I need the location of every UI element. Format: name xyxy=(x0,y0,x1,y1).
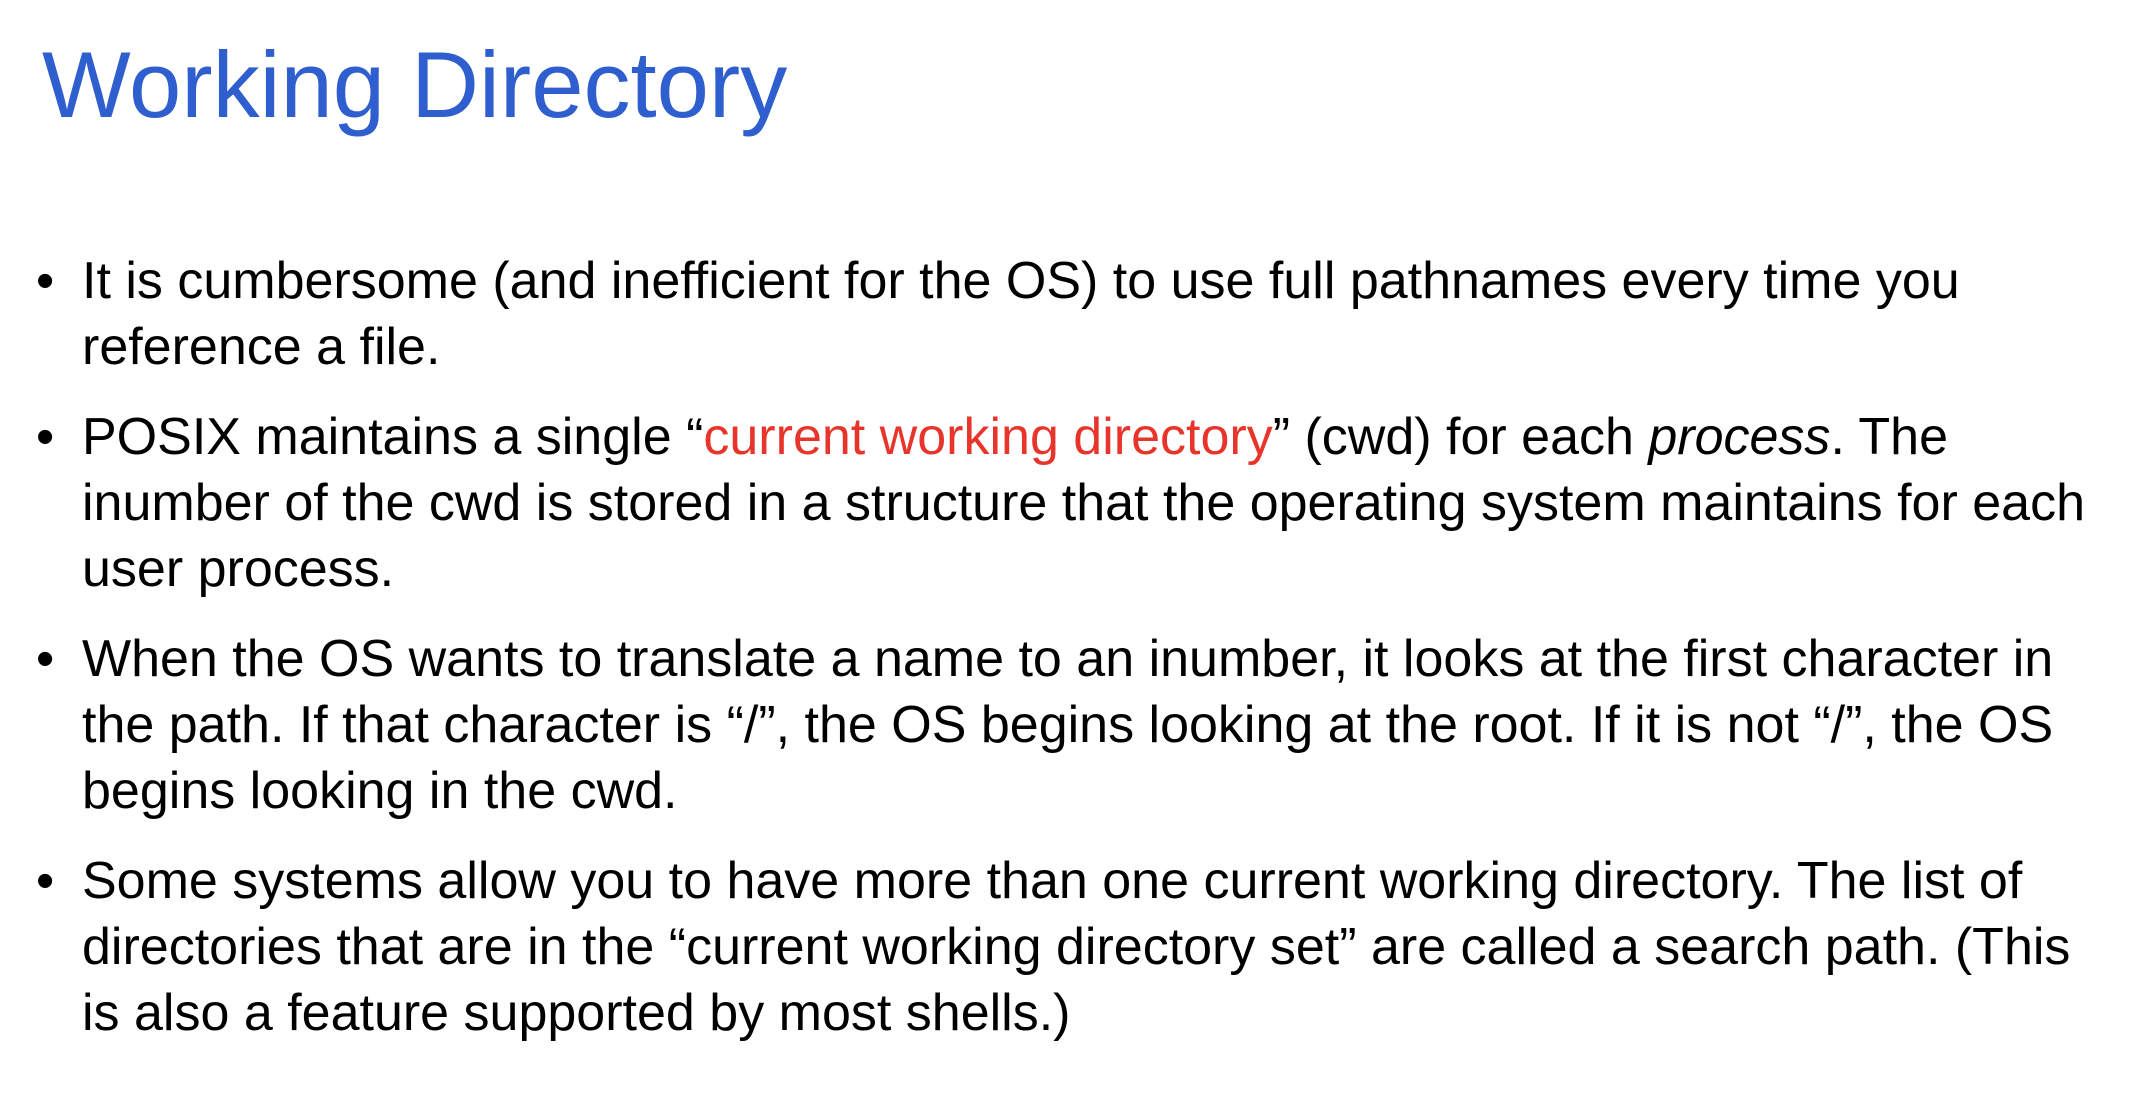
bullet-dot-icon: • xyxy=(36,852,55,910)
bullet-list: • It is cumbersome (and inefficient for … xyxy=(0,248,2156,1070)
bullet-text: Some systems allow you to have more than… xyxy=(82,852,2071,1042)
bullet-text: When the OS wants to translate a name to… xyxy=(82,630,2054,820)
bullet-dot-icon: • xyxy=(36,630,55,688)
bullet-item: • When the OS wants to translate a name … xyxy=(0,626,2156,824)
bullet-dot-icon: • xyxy=(36,408,55,466)
bullet-text: It is cumbersome (and inefficient for th… xyxy=(82,252,1960,376)
emphasized-term: process xyxy=(1648,408,1831,466)
bullet-item: • POSIX maintains a single “current work… xyxy=(0,404,2156,602)
highlighted-term: current working directory xyxy=(703,408,1273,466)
slide: Working Directory • It is cumbersome (an… xyxy=(0,0,2156,1110)
bullet-item: • Some systems allow you to have more th… xyxy=(0,848,2156,1046)
bullet-dot-icon: • xyxy=(36,252,55,310)
bullet-item: • It is cumbersome (and inefficient for … xyxy=(0,248,2156,380)
bullet-text-middle: ” (cwd) for each xyxy=(1272,408,1649,466)
slide-title: Working Directory xyxy=(42,32,788,137)
bullet-text: POSIX maintains a single “current workin… xyxy=(82,404,2116,602)
bullet-text-prefix: POSIX maintains a single “ xyxy=(82,408,704,466)
